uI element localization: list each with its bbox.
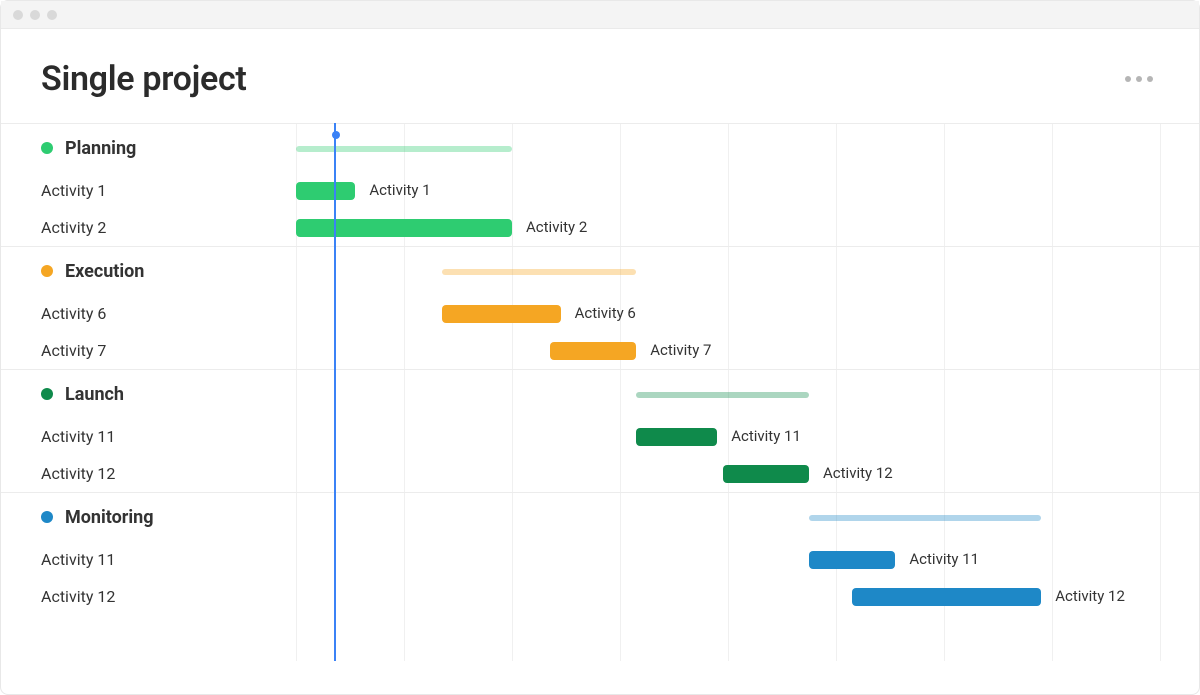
task-bar-label: Activity 2 <box>526 218 587 236</box>
dot-icon <box>1147 76 1153 82</box>
bar-track: Activity 11 <box>296 418 1199 455</box>
activity-name: Activity 11 <box>41 550 115 569</box>
bar-track <box>296 370 1199 418</box>
traffic-close-icon[interactable] <box>13 10 23 20</box>
bar-track <box>296 493 1199 541</box>
phase-color-dot-icon <box>41 388 53 400</box>
phase-header-row: Launch <box>1 370 1199 418</box>
task-bar[interactable] <box>296 182 355 200</box>
activity-name: Activity 7 <box>41 341 106 360</box>
dot-icon <box>1125 76 1131 82</box>
summary-bar[interactable] <box>636 392 809 398</box>
task-bar[interactable] <box>852 588 1041 606</box>
activity-row: Activity 2 Activity 2 <box>1 209 1199 246</box>
window-chrome <box>1 1 1199 29</box>
activity-row: Activity 7 Activity 7 <box>1 332 1199 369</box>
bar-track: Activity 12 <box>296 455 1199 492</box>
bar-track <box>296 124 1199 172</box>
page-title: Single project <box>41 59 247 99</box>
phase-group: Launch Activity 11 Activity 11 Activity … <box>1 369 1199 492</box>
today-marker-icon <box>332 131 340 139</box>
activity-name: Activity 2 <box>41 218 106 237</box>
more-menu-button[interactable] <box>1119 70 1159 88</box>
bar-track: Activity 1 <box>296 172 1199 209</box>
bar-track: Activity 7 <box>296 332 1199 369</box>
phase-color-dot-icon <box>41 511 53 523</box>
today-line <box>334 123 336 661</box>
activity-label-left[interactable]: Activity 7 <box>1 341 296 360</box>
task-bar-label: Activity 12 <box>1055 587 1125 605</box>
phase-header-row: Execution <box>1 247 1199 295</box>
activity-name: Activity 12 <box>41 587 115 606</box>
phase-label[interactable]: Execution <box>1 261 296 282</box>
activity-row: Activity 12 Activity 12 <box>1 455 1199 492</box>
task-bar[interactable] <box>636 428 717 446</box>
bar-track: Activity 11 <box>296 541 1199 578</box>
phase-name: Launch <box>65 384 124 405</box>
phase-group: Planning Activity 1 Activity 1 Activity … <box>1 123 1199 246</box>
task-bar-label: Activity 11 <box>909 550 979 568</box>
activity-label-left[interactable]: Activity 12 <box>1 464 296 483</box>
phase-name: Monitoring <box>65 507 154 528</box>
bar-track <box>296 247 1199 295</box>
phase-group: Monitoring Activity 11 Activity 11 Activ… <box>1 492 1199 615</box>
activity-row: Activity 6 Activity 6 <box>1 295 1199 332</box>
title-row: Single project <box>1 59 1199 123</box>
bar-track: Activity 2 <box>296 209 1199 246</box>
phase-label[interactable]: Monitoring <box>1 507 296 528</box>
task-bar-label: Activity 12 <box>823 464 893 482</box>
task-bar-label: Activity 7 <box>650 341 711 359</box>
activity-label-left[interactable]: Activity 12 <box>1 587 296 606</box>
gantt-chart: Planning Activity 1 Activity 1 Activity … <box>1 123 1199 661</box>
activity-name: Activity 11 <box>41 427 115 446</box>
activity-row: Activity 1 Activity 1 <box>1 172 1199 209</box>
activity-label-left[interactable]: Activity 11 <box>1 427 296 446</box>
phase-label[interactable]: Launch <box>1 384 296 405</box>
task-bar[interactable] <box>442 305 561 323</box>
phase-header-row: Monitoring <box>1 493 1199 541</box>
activity-row: Activity 11 Activity 11 <box>1 541 1199 578</box>
phase-name: Execution <box>65 261 144 282</box>
summary-bar[interactable] <box>809 515 1041 521</box>
phase-group: Execution Activity 6 Activity 6 Activity… <box>1 246 1199 369</box>
task-bar[interactable] <box>809 551 895 569</box>
task-bar-label: Activity 11 <box>731 427 801 445</box>
bar-track: Activity 12 <box>296 578 1199 615</box>
activity-name: Activity 12 <box>41 464 115 483</box>
activity-row: Activity 12 Activity 12 <box>1 578 1199 615</box>
task-bar[interactable] <box>550 342 636 360</box>
dot-icon <box>1136 76 1142 82</box>
traffic-minimize-icon[interactable] <box>30 10 40 20</box>
phase-color-dot-icon <box>41 142 53 154</box>
phase-label[interactable]: Planning <box>1 138 296 159</box>
bar-track: Activity 6 <box>296 295 1199 332</box>
task-bar-label: Activity 1 <box>369 181 430 199</box>
task-bar-label: Activity 6 <box>575 304 636 322</box>
traffic-zoom-icon[interactable] <box>47 10 57 20</box>
activity-label-left[interactable]: Activity 6 <box>1 304 296 323</box>
summary-bar[interactable] <box>296 146 512 152</box>
activity-label-left[interactable]: Activity 1 <box>1 181 296 200</box>
content-area: Single project Planning Activity 1 <box>1 29 1199 694</box>
activity-name: Activity 1 <box>41 181 106 200</box>
phase-color-dot-icon <box>41 265 53 277</box>
activity-name: Activity 6 <box>41 304 106 323</box>
activity-label-left[interactable]: Activity 11 <box>1 550 296 569</box>
phase-header-row: Planning <box>1 124 1199 172</box>
task-bar[interactable] <box>723 465 809 483</box>
summary-bar[interactable] <box>442 269 636 275</box>
activity-label-left[interactable]: Activity 2 <box>1 218 296 237</box>
phase-name: Planning <box>65 138 136 159</box>
activity-row: Activity 11 Activity 11 <box>1 418 1199 455</box>
task-bar[interactable] <box>296 219 512 237</box>
